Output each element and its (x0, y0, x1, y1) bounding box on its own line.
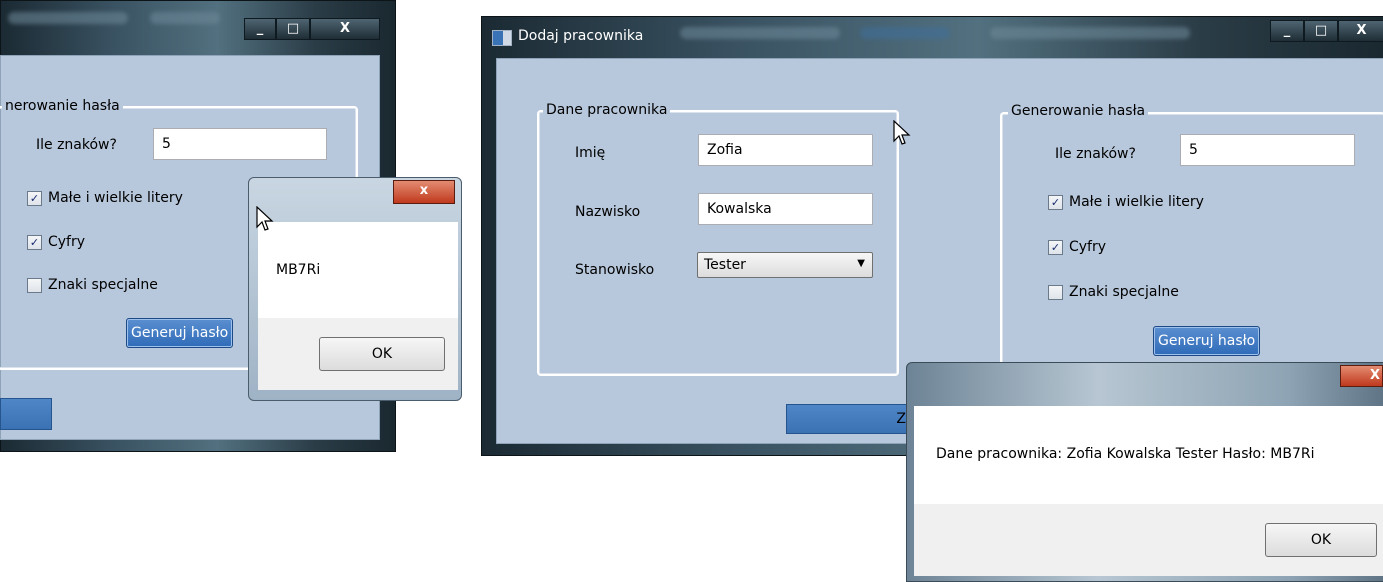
main-window-title: Dodaj pracownika (518, 28, 644, 44)
chevron-down-icon: ▼ (857, 258, 865, 269)
left-digits-label: Cyfry (48, 234, 86, 250)
left-letters-label: Małe i wielkie litery (48, 190, 183, 206)
left-length-input[interactable]: 5 (153, 128, 327, 160)
left-maximize-button[interactable]: □ (276, 18, 310, 40)
special-label: Znaki specjalne (1069, 284, 1179, 300)
main-title-blur-1 (680, 27, 840, 39)
password-group-title: Generowanie hasła (1008, 103, 1149, 119)
save-button[interactable]: Z (786, 404, 911, 434)
app-icon (492, 30, 512, 46)
left-title-blur-2 (150, 12, 220, 24)
length-label: Ile znaków? (1055, 146, 1136, 162)
left-partial-button[interactable] (0, 398, 52, 430)
main-maximize-button[interactable]: □ (1304, 20, 1338, 42)
digits-label: Cyfry (1069, 239, 1107, 255)
main-minimize-button[interactable]: _ (1270, 20, 1304, 42)
first-name-label: Imię (575, 145, 606, 161)
letters-checkbox[interactable]: ✓ Małe i wielkie litery (1048, 194, 1204, 210)
right-message-close-button[interactable]: X (1340, 365, 1383, 387)
left-digits-checkbox[interactable]: ✓ Cyfry (27, 234, 85, 250)
main-title-blur-2 (860, 27, 950, 39)
length-input[interactable]: 5 (1180, 134, 1355, 166)
left-length-label: Ile znaków? (36, 137, 117, 153)
last-name-value: Kowalska (707, 201, 772, 217)
employee-group-title: Dane pracownika (543, 102, 671, 118)
main-close-button[interactable]: X (1338, 20, 1383, 42)
left-letters-check-icon: ✓ (27, 190, 42, 206)
digits-checkbox[interactable]: ✓ Cyfry (1048, 239, 1106, 255)
length-value: 5 (1189, 142, 1198, 158)
left-minimize-button[interactable]: _ (244, 18, 276, 40)
main-cursor-icon (893, 120, 911, 145)
left-message-ok-button[interactable]: OK (319, 337, 445, 371)
last-name-input[interactable]: Kowalska (698, 193, 873, 225)
left-message-text: MB7Ri (276, 262, 321, 278)
left-special-check-icon (27, 277, 42, 293)
special-check-icon (1048, 284, 1063, 300)
letters-label: Małe i wielkie litery (1069, 194, 1204, 210)
left-length-value: 5 (162, 136, 171, 152)
last-name-label: Nazwisko (575, 204, 641, 220)
left-special-label: Znaki specjalne (48, 277, 158, 293)
position-label: Stanowisko (575, 262, 655, 278)
first-name-input[interactable]: Zofia (698, 134, 873, 166)
special-checkbox[interactable]: Znaki specjalne (1048, 284, 1179, 300)
main-title-blur-3 (990, 27, 1190, 39)
left-message-close-button[interactable]: x (393, 180, 455, 204)
left-close-button[interactable]: X (310, 18, 380, 40)
position-value: Tester (704, 257, 746, 273)
left-letters-checkbox[interactable]: ✓ Małe i wielkie litery (27, 190, 183, 206)
generate-button[interactable]: Generuj hasło (1153, 326, 1261, 356)
first-name-value: Zofia (707, 142, 743, 158)
position-select[interactable]: Tester ▼ (697, 252, 873, 278)
save-button-label: Z (896, 411, 906, 427)
left-special-checkbox[interactable]: Znaki specjalne (27, 277, 158, 293)
right-message-text: Dane pracownika: Zofia Kowalska Tester H… (936, 446, 1315, 462)
left-generate-button[interactable]: Generuj hasło (126, 318, 234, 348)
left-title-blur (8, 12, 128, 24)
right-message-ok-button[interactable]: OK (1265, 523, 1377, 557)
letters-check-icon: ✓ (1048, 194, 1063, 210)
left-password-group-title: nerowanie hasła (2, 98, 123, 114)
left-digits-check-icon: ✓ (27, 234, 42, 250)
digits-check-icon: ✓ (1048, 239, 1063, 255)
left-cursor-icon (256, 206, 274, 231)
